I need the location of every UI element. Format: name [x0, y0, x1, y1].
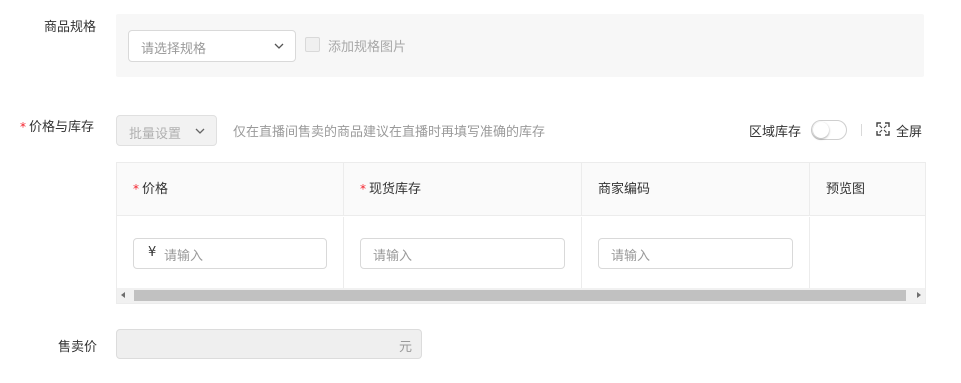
required-mark: * [133, 182, 139, 196]
merchant-code-input[interactable]: 请输入 [598, 238, 793, 269]
price-stock-label-text: 价格与库存 [29, 120, 95, 135]
spec-label: 商品规格 [44, 20, 97, 35]
price-input[interactable]: ¥ 请输入 [133, 238, 327, 269]
scroll-left-arrow-icon[interactable] [121, 292, 125, 298]
required-mark: * [20, 120, 26, 134]
stock-input[interactable]: 请输入 [360, 238, 565, 269]
stock-hint-text: 仅在直播间售卖的商品建议在直播时再填写准确的库存 [233, 125, 546, 140]
merchant-code-placeholder: 请输入 [611, 249, 651, 264]
region-stock-toggle[interactable] [811, 120, 847, 140]
scrollbar-thumb[interactable] [134, 290, 906, 301]
sale-price-label: 售卖价 [58, 340, 98, 355]
column-header-price: * 价格 [117, 163, 344, 216]
column-header-preview: 预览图 [810, 163, 925, 216]
region-stock-label: 区域库存 [749, 125, 802, 140]
fullscreen-icon[interactable] [876, 122, 890, 136]
column-header-label: 商家编码 [598, 182, 651, 197]
spec-select-placeholder: 请选择规格 [141, 42, 207, 57]
toggle-knob [813, 122, 829, 138]
add-spec-image-checkbox[interactable] [305, 37, 320, 52]
column-header-stock: * 现货库存 [344, 163, 582, 216]
batch-setting-button[interactable]: 批量设置 [116, 115, 217, 146]
column-header-label: 预览图 [826, 182, 866, 197]
table-header: * 价格 * 现货库存 商家编码 预览图 [117, 163, 925, 216]
column-header-label: 价格 [142, 182, 169, 197]
price-placeholder: 请输入 [164, 249, 204, 264]
batch-setting-label: 批量设置 [129, 127, 182, 142]
table-cell-preview [810, 217, 925, 288]
spec-select[interactable]: 请选择规格 [128, 30, 296, 62]
currency-unit: 元 [398, 340, 412, 355]
sku-table: * 价格 * 现货库存 商家编码 预览图 ¥ 请输入 请输入 请输入 [116, 162, 926, 304]
horizontal-scrollbar[interactable] [117, 288, 925, 303]
chevron-down-icon [274, 43, 284, 49]
divider [861, 124, 862, 136]
add-spec-image-label[interactable]: 添加规格图片 [328, 36, 406, 55]
price-stock-label: * 价格与库存 [20, 116, 94, 135]
stock-placeholder: 请输入 [373, 249, 413, 264]
sale-price-input: 元 [116, 329, 422, 359]
required-mark: * [360, 182, 366, 196]
chevron-down-icon [195, 128, 205, 134]
currency-prefix: ¥ [148, 245, 157, 260]
fullscreen-button[interactable]: 全屏 [896, 121, 922, 140]
column-header-code: 商家编码 [582, 163, 810, 216]
scroll-right-arrow-icon[interactable] [917, 292, 921, 298]
column-header-label: 现货库存 [369, 182, 422, 197]
